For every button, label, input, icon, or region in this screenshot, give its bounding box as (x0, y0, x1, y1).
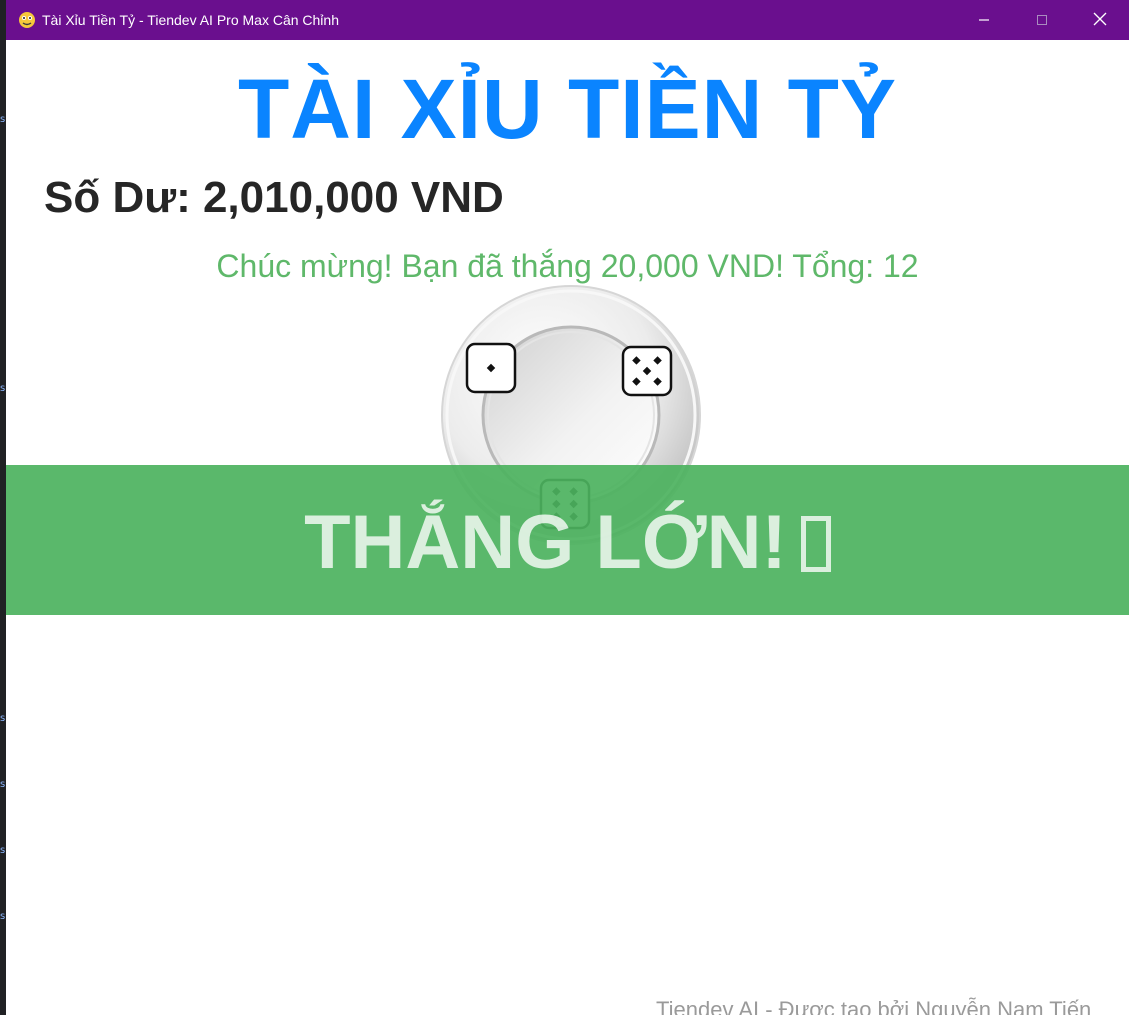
window-title: Tài Xỉu Tiền Tỷ - Tiendev AI Pro Max Cân… (42, 12, 339, 28)
win-banner: THẮNG LỚN! (6, 465, 1129, 615)
maximize-icon (1036, 11, 1048, 30)
banner-text: THẮNG LỚN! (304, 500, 787, 585)
maximize-button[interactable] (1013, 0, 1071, 40)
minimize-button[interactable] (955, 0, 1013, 40)
credits-footer: Tiendev AI - Được tạo bởi Nguyễn Nam Tiế… (656, 997, 1092, 1015)
game-window: Tài Xỉu Tiền Tỷ - Tiendev AI Pro Max Cân… (6, 0, 1129, 1015)
close-icon (1093, 11, 1107, 30)
title-bar[interactable]: Tài Xỉu Tiền Tỷ - Tiendev AI Pro Max Cân… (6, 0, 1129, 40)
result-message: Chúc mừng! Bạn đã thắng 20,000 VND! Tổng… (216, 248, 919, 284)
minimize-icon (978, 11, 990, 30)
close-button[interactable] (1071, 0, 1129, 40)
balance-display: Số Dư: 2,010,000 VND (44, 173, 504, 222)
game-title: TÀI XỈU TIỀN TỶ (237, 62, 898, 156)
pygame-snake-icon (18, 11, 36, 29)
game-canvas[interactable]: TÀI XỈU TIỀN TỶ Số Dư: 2,010,000 VND Chú… (6, 40, 1129, 1015)
missing-glyph-icon (800, 516, 831, 572)
